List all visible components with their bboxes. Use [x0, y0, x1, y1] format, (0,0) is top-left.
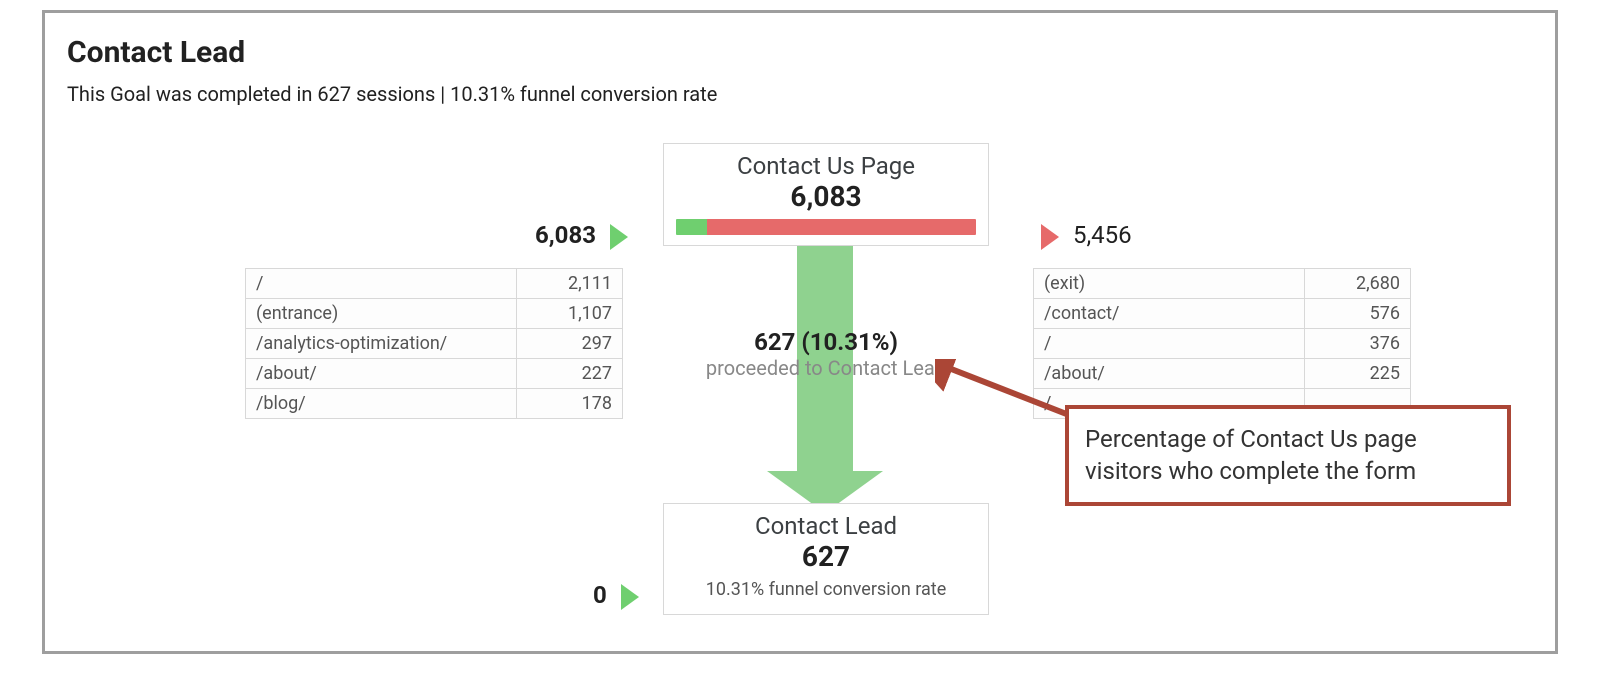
- source-value: 178: [517, 389, 623, 419]
- source-path: (entrance): [246, 299, 517, 329]
- step-1-exits-table[interactable]: (exit)2,680 /contact/576 /376 /about/225…: [1033, 268, 1411, 419]
- table-row[interactable]: /analytics-optimization/297: [246, 329, 623, 359]
- source-value: 2,111: [517, 269, 623, 299]
- exit-value: 576: [1305, 299, 1411, 329]
- annotation-arrow-icon: [935, 359, 1075, 429]
- exit-path: (exit): [1034, 269, 1305, 299]
- funnel-step-2-name: Contact Lead: [676, 512, 976, 540]
- exit-path: /contact/: [1034, 299, 1305, 329]
- source-value: 227: [517, 359, 623, 389]
- page-subtitle: This Goal was completed in 627 sessions …: [67, 82, 1533, 106]
- table-row[interactable]: (entrance)1,107: [246, 299, 623, 329]
- funnel-step-2[interactable]: Contact Lead 627 10.31% funnel conversio…: [663, 503, 989, 615]
- table-row[interactable]: /contact/576: [1034, 299, 1411, 329]
- proceed-count: 627 (10.31%): [663, 328, 989, 356]
- step-2-entries-value: 0: [593, 581, 607, 609]
- annotation-callout: Percentage of Contact Us page visitors w…: [1065, 405, 1511, 506]
- bar-green-segment: [676, 219, 707, 235]
- funnel-step-2-conversion-note: 10.31% funnel conversion rate: [676, 579, 976, 600]
- exits-arrow-icon: [1041, 224, 1059, 250]
- exit-value: 2,680: [1305, 269, 1411, 299]
- bar-red-segment: [707, 219, 976, 235]
- step-1-sources-table[interactable]: /2,111 (entrance)1,107 /analytics-optimi…: [245, 268, 623, 419]
- funnel-report-panel: Contact Lead This Goal was completed in …: [42, 10, 1558, 654]
- step-1-entries: 6,083: [535, 221, 636, 250]
- page-title: Contact Lead: [67, 35, 1533, 70]
- funnel-step-1-count: 6,083: [676, 180, 976, 213]
- exit-value: 225: [1305, 359, 1411, 389]
- funnel-canvas: Contact Us Page 6,083 6,083 5,456 /2,111…: [45, 133, 1555, 651]
- funnel-step-1[interactable]: Contact Us Page 6,083: [663, 143, 989, 246]
- step-2-entries: 0: [593, 581, 647, 610]
- step-1-exits: 5,456: [1033, 221, 1132, 250]
- source-path: /analytics-optimization/: [246, 329, 517, 359]
- entries-arrow-icon: [621, 584, 639, 610]
- annotation-text: Percentage of Contact Us page visitors w…: [1085, 425, 1417, 485]
- source-value: 297: [517, 329, 623, 359]
- table-row[interactable]: /376: [1034, 329, 1411, 359]
- funnel-step-1-name: Contact Us Page: [676, 152, 976, 180]
- table-row[interactable]: /blog/178: [246, 389, 623, 419]
- table-row[interactable]: (exit)2,680: [1034, 269, 1411, 299]
- table-row[interactable]: /about/225: [1034, 359, 1411, 389]
- step-1-entries-value: 6,083: [535, 221, 596, 249]
- exit-path: /: [1034, 329, 1305, 359]
- step-1-exits-value: 5,456: [1073, 221, 1132, 249]
- source-path: /blog/: [246, 389, 517, 419]
- entries-arrow-icon: [610, 224, 628, 250]
- funnel-step-2-count: 627: [676, 540, 976, 573]
- table-row[interactable]: /about/227: [246, 359, 623, 389]
- table-row[interactable]: /2,111: [246, 269, 623, 299]
- exit-value: 376: [1305, 329, 1411, 359]
- source-value: 1,107: [517, 299, 623, 329]
- source-path: /: [246, 269, 517, 299]
- funnel-step-1-bar: [676, 219, 976, 235]
- source-path: /about/: [246, 359, 517, 389]
